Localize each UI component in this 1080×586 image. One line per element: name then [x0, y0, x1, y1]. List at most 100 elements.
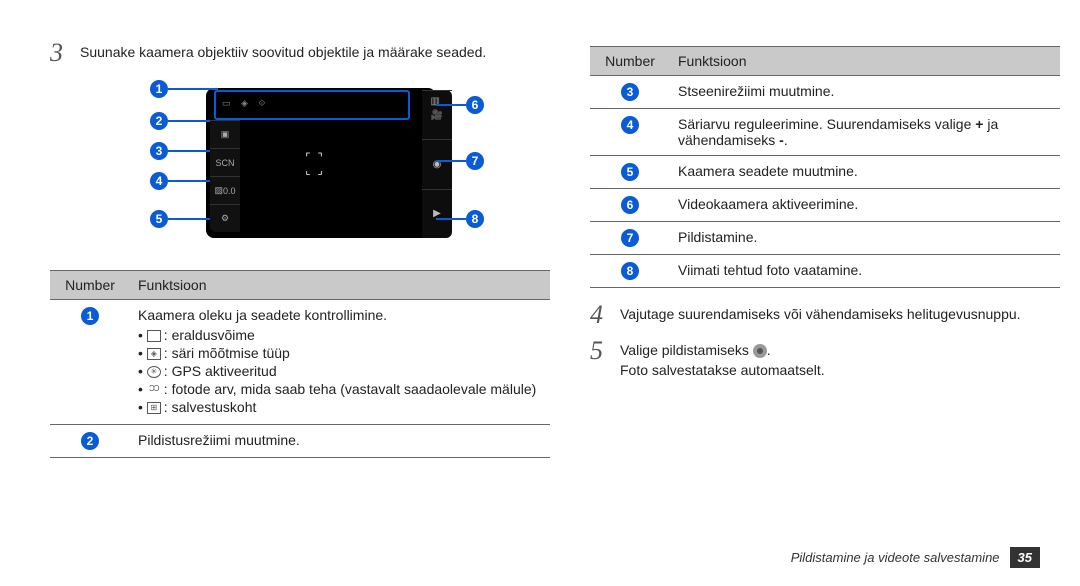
right-column: Number Funktsioon 3 Stseenirežiimi muutm… — [590, 40, 1060, 458]
row4-text-a: Säriarvu reguleerimine. Suurendamiseks v… — [678, 116, 975, 132]
footer-page-number: 35 — [1010, 547, 1040, 568]
table-row: 1 Kaamera oleku ja seadete kontrollimine… — [50, 300, 550, 425]
shutter-button-icon — [753, 344, 767, 358]
table-row: 6 Videokaamera aktiveerimine. — [590, 189, 1060, 222]
row-function-cell: Videokaamera aktiveerimine. — [670, 189, 1060, 222]
number-badge-5: 5 — [621, 163, 639, 181]
right-function-table: Number Funktsioon 3 Stseenirežiimi muutm… — [590, 46, 1060, 288]
left-function-table: Number Funktsioon 1 Kaamera oleku ja sea… — [50, 270, 550, 458]
panel-ev-value: 0.0 — [223, 186, 236, 196]
table-row: 5 Kaamera seadete muutmine. — [590, 156, 1060, 189]
bullet-text: : säri mõõtmise tüüp — [164, 345, 290, 361]
row1-bullets: : eraldusvõime ◈: säri mõõtmise tüüp ✳: … — [138, 327, 542, 415]
table-row: 2 Pildistusrežiimi muutmine. — [50, 425, 550, 458]
leader-line — [436, 160, 466, 162]
number-badge-7: 7 — [621, 229, 639, 247]
number-badge-4: 4 — [621, 116, 639, 134]
row-function-cell: Säriarvu reguleerimine. Suurendamiseks v… — [670, 109, 1060, 156]
step-number: 3 — [50, 40, 70, 66]
leader-line — [168, 88, 218, 90]
camera-diagram: ▣ SCN ▨0.0 ⚙ 🎥 ◉ ▶ ▭ ◈ ⟐ ▥ ⌜ ⌝⌞ ⌟ 1 2 3 … — [110, 76, 510, 256]
bullet-text: : salvestuskoht — [164, 399, 257, 415]
table-header-row: Number Funktsioon — [50, 271, 550, 300]
bullet-item: ⊞: salvestuskoht — [138, 399, 542, 415]
panel-settings-icon: ⚙ — [210, 204, 240, 232]
panel-mode-icon: ▣ — [210, 120, 240, 148]
metering-icon: ◈ — [147, 348, 161, 360]
page-content: 3 Suunake kaamera objektiiv soovitud obj… — [0, 0, 1080, 478]
step-4: 4 Vajutage suurendamiseks või vähendamis… — [590, 302, 1060, 328]
callout-5: 5 — [150, 210, 168, 228]
leader-line — [436, 218, 466, 220]
bullet-item: : eraldusvõime — [138, 327, 542, 343]
bullet-text: : eraldusvõime — [164, 327, 255, 343]
row-function-cell: Kaamera seadete muutmine. — [670, 156, 1060, 189]
step-5-text: Valige pildistamiseks . Foto salvestatak… — [620, 338, 825, 380]
row-number-cell: 2 — [50, 425, 130, 458]
row-function-cell: Pildistamine. — [670, 222, 1060, 255]
row-function-cell: Viimati tehtud foto vaatamine. — [670, 255, 1060, 288]
step5-text-a: Valige pildistamiseks — [620, 342, 753, 358]
callout-4: 4 — [150, 172, 168, 190]
table-row: 4 Säriarvu reguleerimine. Suurendamiseks… — [590, 109, 1060, 156]
row-number-cell: 4 — [590, 109, 670, 156]
header-function: Funktsioon — [670, 47, 1060, 76]
row-number-cell: 7 — [590, 222, 670, 255]
callout-6: 6 — [466, 96, 484, 114]
leader-line — [168, 180, 210, 182]
row-function-cell: Stseenirežiimi muutmine. — [670, 76, 1060, 109]
leader-line — [436, 104, 466, 106]
bullet-item: ƆƆ: fotode arv, mida saab teha (vastaval… — [138, 381, 542, 397]
row4-text-c: . — [784, 132, 788, 148]
number-badge-6: 6 — [621, 196, 639, 214]
header-number: Number — [590, 47, 670, 76]
callout-7: 7 — [466, 152, 484, 170]
callout-3: 3 — [150, 142, 168, 160]
row-number-cell: 8 — [590, 255, 670, 288]
callout-1: 1 — [150, 80, 168, 98]
step-number: 5 — [590, 338, 610, 364]
left-column: 3 Suunake kaamera objektiiv soovitud obj… — [50, 40, 550, 458]
number-badge-2: 2 — [81, 432, 99, 450]
step5-text-b: Foto salvestatakse automaatselt. — [620, 362, 825, 378]
callout-8: 8 — [466, 210, 484, 228]
table-header-row: Number Funktsioon — [590, 47, 1060, 76]
bullet-item: ◈: säri mõõtmise tüüp — [138, 345, 542, 361]
number-badge-3: 3 — [621, 83, 639, 101]
storage-icon: ⊞ — [147, 402, 161, 414]
bullet-text: : fotode arv, mida saab teha (vastavalt … — [164, 381, 537, 397]
row-function-cell: Pildistusrežiimi muutmine. — [130, 425, 550, 458]
step-number: 4 — [590, 302, 610, 328]
step-3: 3 Suunake kaamera objektiiv soovitud obj… — [50, 40, 550, 66]
camera-left-panel: ▣ SCN ▨0.0 ⚙ — [210, 120, 240, 232]
number-badge-1: 1 — [81, 307, 99, 325]
callout-2: 2 — [150, 112, 168, 130]
step-5: 5 Valige pildistamiseks . Foto salvestat… — [590, 338, 1060, 380]
panel-ev-icon: ▨0.0 — [210, 176, 240, 204]
panel-shutter-icon: ◉ — [422, 139, 452, 188]
table-row: 7 Pildistamine. — [590, 222, 1060, 255]
row-number-cell: 5 — [590, 156, 670, 189]
row-number-cell: 1 — [50, 300, 130, 425]
bullet-text: : GPS aktiveeritud — [164, 363, 277, 379]
header-number: Number — [50, 271, 130, 300]
shots-remaining-icon: ƆƆ — [147, 384, 161, 396]
resolution-icon — [147, 330, 161, 342]
status-icons: ▭ ◈ ⟐ — [222, 98, 270, 109]
row-function-cell: Kaamera oleku ja seadete kontrollimine. … — [130, 300, 550, 425]
focus-brackets-icon: ⌜ ⌝⌞ ⌟ — [290, 146, 340, 182]
table-row: 8 Viimati tehtud foto vaatamine. — [590, 255, 1060, 288]
leader-line — [168, 150, 210, 152]
gps-icon: ✳ — [147, 366, 161, 378]
step-4-text: Vajutage suurendamiseks või vähendamisek… — [620, 302, 1021, 325]
panel-scn-label: SCN — [210, 148, 240, 176]
table-row: 3 Stseenirežiimi muutmine. — [590, 76, 1060, 109]
page-footer: Pildistamine ja videote salvestamine 35 — [791, 547, 1040, 568]
panel-play-icon: ▶ — [422, 189, 452, 238]
leader-line — [168, 120, 210, 122]
row1-title: Kaamera oleku ja seadete kontrollimine. — [138, 307, 387, 323]
footer-section-title: Pildistamine ja videote salvestamine — [791, 550, 1000, 565]
row-number-cell: 3 — [590, 76, 670, 109]
header-function: Funktsioon — [130, 271, 550, 300]
row-number-cell: 6 — [590, 189, 670, 222]
